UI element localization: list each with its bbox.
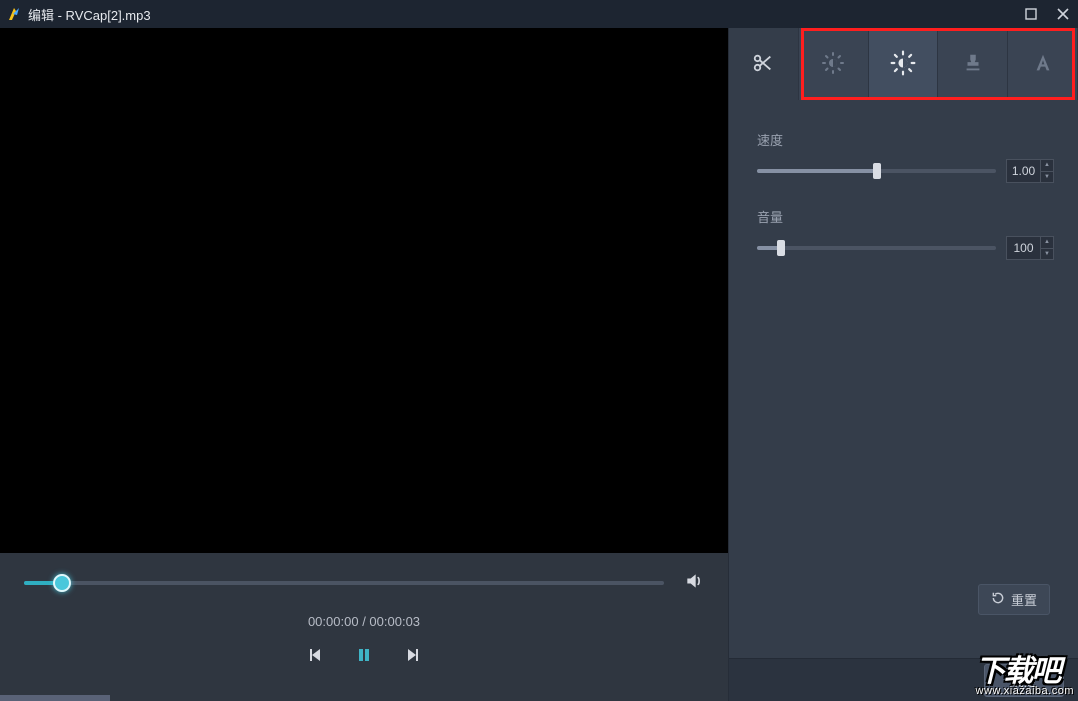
- speed-control: 速度 1.00 ▲ ▼: [757, 130, 1054, 183]
- speed-down-arrow[interactable]: ▼: [1041, 172, 1053, 183]
- scissors-icon: [752, 52, 774, 77]
- maximize-button[interactable]: [1022, 5, 1040, 23]
- preview-pane: 00:00:00 / 00:00:03: [0, 28, 728, 701]
- volume-down-arrow[interactable]: ▼: [1041, 249, 1053, 260]
- tab-cut[interactable]: [729, 28, 799, 100]
- step-forward-button[interactable]: [404, 647, 420, 663]
- panel-volume-slider[interactable]: [757, 246, 996, 250]
- ok-button[interactable]: 确定: [984, 664, 1064, 697]
- total-time: 00:00:03: [369, 614, 420, 629]
- speed-up-arrow[interactable]: ▲: [1041, 160, 1053, 172]
- volume-icon[interactable]: [684, 571, 704, 594]
- titlebar: 编辑 - RVCap[2].mp3: [0, 0, 1078, 28]
- speed-spinbox[interactable]: 1.00 ▲ ▼: [1006, 159, 1054, 183]
- speed-thumb[interactable]: [873, 163, 881, 179]
- action-bar: 确定: [729, 658, 1078, 701]
- tab-brightness[interactable]: [869, 28, 939, 100]
- reset-button[interactable]: 重置: [978, 584, 1050, 615]
- progress-thumb[interactable]: [53, 574, 71, 592]
- app-icon: [6, 6, 22, 22]
- volume-label: 音量: [757, 207, 1054, 226]
- player-controls: 00:00:00 / 00:00:03: [0, 553, 728, 701]
- reset-label: 重置: [1011, 590, 1037, 609]
- tab-watermark[interactable]: [938, 28, 1008, 100]
- window-controls: [1022, 0, 1072, 28]
- reset-icon: [991, 591, 1005, 608]
- volume-spinbox[interactable]: 100 ▲ ▼: [1006, 236, 1054, 260]
- tab-brightness-dim[interactable]: [799, 28, 869, 100]
- volume-value: 100: [1007, 241, 1040, 255]
- tab-text[interactable]: [1008, 28, 1078, 100]
- close-button[interactable]: [1054, 5, 1072, 23]
- current-time: 00:00:00: [308, 614, 359, 629]
- pause-button[interactable]: [356, 647, 372, 663]
- speed-slider[interactable]: [757, 169, 996, 173]
- progress-slider[interactable]: [24, 581, 664, 585]
- time-display: 00:00:00 / 00:00:03: [24, 614, 704, 629]
- volume-control: 音量 100 ▲ ▼: [757, 207, 1054, 260]
- text-icon: [1032, 52, 1054, 77]
- volume-up-arrow[interactable]: ▲: [1041, 237, 1053, 249]
- speed-label: 速度: [757, 130, 1054, 149]
- tool-tabs: [729, 28, 1078, 100]
- edit-panel: 速度 1.00 ▲ ▼ 音量: [728, 28, 1078, 701]
- volume-thumb[interactable]: [777, 240, 785, 256]
- step-back-button[interactable]: [308, 647, 324, 663]
- window-title: 编辑 - RVCap[2].mp3: [28, 5, 151, 24]
- speed-value: 1.00: [1007, 164, 1040, 178]
- stamp-icon: [962, 52, 984, 77]
- video-preview[interactable]: [0, 28, 729, 553]
- brightness-icon: [890, 50, 916, 79]
- brightness-dim-icon: [821, 51, 845, 78]
- loading-indicator: [0, 695, 110, 701]
- ok-label: 确定: [1011, 674, 1037, 689]
